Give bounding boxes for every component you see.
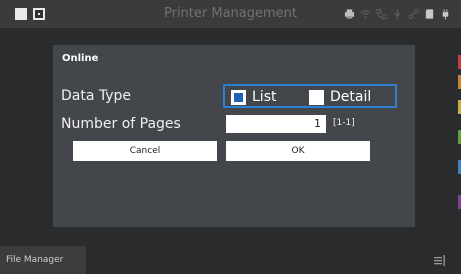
pages-label: Number of Pages	[61, 116, 181, 132]
online-dialog: Online Data Type List Detail Number of P…	[53, 45, 415, 227]
bottom-bar: File Manager	[0, 246, 461, 274]
data-type-label: Data Type	[61, 88, 132, 104]
data-type-selector: List Detail	[223, 84, 397, 108]
dialog-title: Online	[62, 53, 99, 64]
network-icon	[376, 8, 387, 20]
connection-icon	[408, 8, 419, 20]
menu-icon[interactable]	[434, 255, 445, 266]
sdcard-icon	[425, 9, 434, 19]
wifi-icon	[360, 10, 371, 19]
option-list-label: List	[252, 89, 277, 105]
option-detail[interactable]: Detail	[309, 89, 371, 105]
list-checkbox[interactable]	[231, 89, 246, 105]
cancel-button[interactable]: Cancel	[73, 141, 217, 161]
option-detail-label: Detail	[330, 89, 372, 105]
printer-icon	[344, 9, 355, 19]
power-plug-icon	[442, 9, 449, 20]
top-status-bar: Printer Management	[0, 0, 461, 28]
usb-icon	[394, 9, 401, 19]
pages-range: [1-1]	[333, 118, 355, 128]
detail-checkbox[interactable]	[309, 89, 324, 105]
pages-input[interactable]: 1	[226, 115, 326, 133]
ok-button[interactable]: OK	[226, 141, 370, 161]
status-icons	[344, 6, 451, 22]
file-manager-tab[interactable]: File Manager	[0, 246, 86, 274]
option-list[interactable]: List	[231, 89, 276, 105]
